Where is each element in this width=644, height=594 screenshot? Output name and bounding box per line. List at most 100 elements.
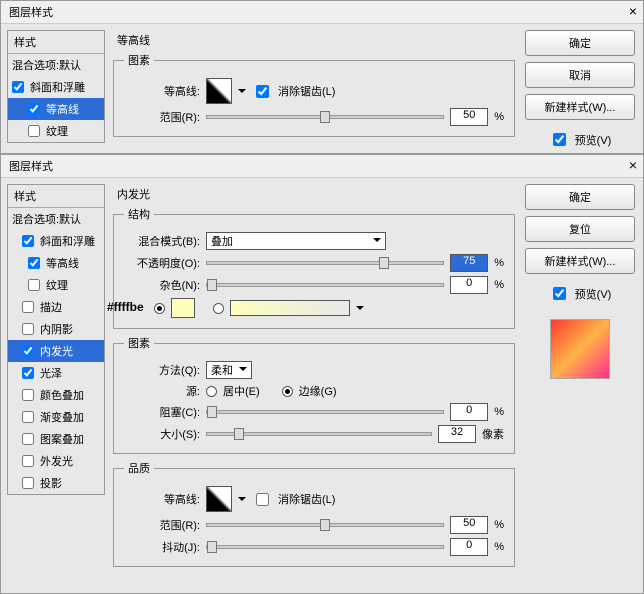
- texture-check[interactable]: [28, 279, 40, 291]
- gradient-swatch[interactable]: [230, 300, 350, 316]
- contour-check[interactable]: [28, 103, 40, 115]
- noise-label: 杂色(N):: [124, 277, 200, 293]
- contour-thumbnail[interactable]: [206, 78, 232, 104]
- contour-swatch-label: 等高线:: [124, 491, 200, 507]
- noise-value[interactable]: 0: [450, 276, 488, 294]
- bevel-label: 斜面和浮雕: [30, 79, 85, 95]
- range-label: 范围(R):: [124, 517, 200, 533]
- contour-label: 等高线: [46, 101, 79, 117]
- reset-button[interactable]: 复位: [525, 216, 635, 242]
- gradoverlay-check[interactable]: [22, 411, 34, 423]
- style-texture[interactable]: 纹理: [8, 120, 104, 142]
- style-contour[interactable]: 等高线: [8, 98, 104, 120]
- opacity-value[interactable]: 75: [450, 254, 488, 272]
- group-tusu-legend: 图素: [124, 335, 154, 351]
- source-edge-radio[interactable]: [282, 386, 293, 397]
- choke-value[interactable]: 0: [450, 403, 488, 421]
- close-icon[interactable]: ×: [629, 3, 637, 19]
- preview-check[interactable]: [553, 133, 566, 146]
- contour-dropdown-icon[interactable]: [238, 89, 246, 97]
- bevel-check[interactable]: [12, 81, 24, 93]
- group-tusu-legend: 图素: [124, 52, 154, 68]
- texture-label: 纹理: [46, 123, 68, 139]
- outerglow-check[interactable]: [22, 455, 34, 467]
- color-swatch[interactable]: [171, 298, 195, 318]
- contour-check[interactable]: [28, 257, 40, 269]
- innershadow-check[interactable]: [22, 323, 34, 335]
- style-innerglow[interactable]: 内发光: [8, 340, 104, 362]
- style-satin[interactable]: 光泽: [8, 362, 104, 384]
- jitter-value[interactable]: 0: [450, 538, 488, 556]
- main-area: 等高线 图素 等高线: 消除锯齿(L) 范围(R): 50 %: [113, 30, 515, 143]
- range-slider[interactable]: [206, 115, 444, 119]
- style-bevel[interactable]: 斜面和浮雕: [8, 76, 104, 98]
- size-value[interactable]: 32: [438, 425, 476, 443]
- contour-thumbnail[interactable]: [206, 486, 232, 512]
- group-structure: 结构 混合模式(B): 叠加 不透明度(O): 75 % 杂色(N): 0 %: [113, 206, 515, 329]
- button-column: 确定 取消 新建样式(W)... 预览(V): [523, 30, 637, 153]
- style-innershadow[interactable]: 内阴影: [8, 318, 104, 340]
- blend-defaults-row[interactable]: 混合选项:默认: [8, 54, 104, 76]
- gradient-dropdown-icon[interactable]: [356, 306, 364, 314]
- preview-label: 预览(V): [575, 286, 612, 302]
- coloroverlay-check[interactable]: [22, 389, 34, 401]
- style-coloroverlay[interactable]: 颜色叠加: [8, 384, 104, 406]
- patternoverlay-check[interactable]: [22, 433, 34, 445]
- gradient-radio[interactable]: [213, 303, 224, 314]
- preview-check[interactable]: [553, 287, 566, 300]
- close-icon[interactable]: ×: [629, 157, 637, 173]
- styles-header[interactable]: 样式: [8, 31, 104, 54]
- row-label: 投影: [40, 475, 62, 491]
- source-center-label: 居中(E): [223, 383, 260, 399]
- jitter-slider[interactable]: [206, 545, 444, 549]
- row-label: 颜色叠加: [40, 387, 84, 403]
- texture-check[interactable]: [28, 125, 40, 137]
- size-slider[interactable]: [206, 432, 432, 436]
- antialias-check[interactable]: [256, 493, 269, 506]
- ok-button[interactable]: 确定: [525, 30, 635, 56]
- row-label: 纹理: [46, 277, 68, 293]
- newstyle-button[interactable]: 新建样式(W)...: [525, 248, 635, 274]
- stroke-check[interactable]: [22, 301, 34, 313]
- antialias-check[interactable]: [256, 85, 269, 98]
- percent: %: [494, 257, 504, 269]
- newstyle-button[interactable]: 新建样式(W)...: [525, 94, 635, 120]
- style-contour[interactable]: 等高线: [8, 252, 104, 274]
- group-tusu: 图素 等高线: 消除锯齿(L) 范围(R): 50 %: [113, 52, 515, 137]
- ok-button[interactable]: 确定: [525, 184, 635, 210]
- style-dropshadow[interactable]: 投影: [8, 472, 104, 494]
- color-radio[interactable]: [154, 303, 165, 314]
- range-slider[interactable]: [206, 523, 444, 527]
- style-gradoverlay[interactable]: 渐变叠加: [8, 406, 104, 428]
- style-texture[interactable]: 纹理: [8, 274, 104, 296]
- opacity-slider[interactable]: [206, 261, 444, 265]
- style-outerglow[interactable]: 外发光: [8, 450, 104, 472]
- blend-mode-label: 混合模式(B):: [124, 233, 200, 249]
- px-label: 像素: [482, 426, 504, 442]
- range-value[interactable]: 50: [450, 516, 488, 534]
- styles-header[interactable]: 样式: [8, 185, 104, 208]
- range-value[interactable]: 50: [450, 108, 488, 126]
- method-select[interactable]: 柔和: [206, 361, 252, 379]
- contour-dropdown-icon[interactable]: [238, 497, 246, 505]
- blend-mode-select[interactable]: 叠加: [206, 232, 386, 250]
- satin-check[interactable]: [22, 367, 34, 379]
- style-bevel[interactable]: 斜面和浮雕: [8, 230, 104, 252]
- noise-slider[interactable]: [206, 283, 444, 287]
- choke-slider[interactable]: [206, 410, 444, 414]
- style-patternoverlay[interactable]: 图案叠加: [8, 428, 104, 450]
- cancel-button[interactable]: 取消: [525, 62, 635, 88]
- style-stroke[interactable]: 描边: [8, 296, 104, 318]
- dropshadow-check[interactable]: [22, 477, 34, 489]
- source-center-radio[interactable]: [206, 386, 217, 397]
- blend-defaults-row[interactable]: 混合选项:默认: [8, 208, 104, 230]
- styles-panel: 样式 混合选项:默认 斜面和浮雕 等高线 纹理 描边 内阴影 内发光 光泽 颜色…: [7, 184, 105, 495]
- bevel-check[interactable]: [22, 235, 34, 247]
- innerglow-check[interactable]: [22, 345, 34, 357]
- dialog-title: 图层样式 ×: [1, 155, 643, 178]
- main-area: 内发光 结构 混合模式(B): 叠加 不透明度(O): 75 % 杂色(N): …: [113, 184, 515, 573]
- preview-label: 预览(V): [575, 132, 612, 148]
- row-label: 内发光: [40, 343, 73, 359]
- title-text: 图层样式: [9, 161, 53, 173]
- row-label: 斜面和浮雕: [40, 233, 95, 249]
